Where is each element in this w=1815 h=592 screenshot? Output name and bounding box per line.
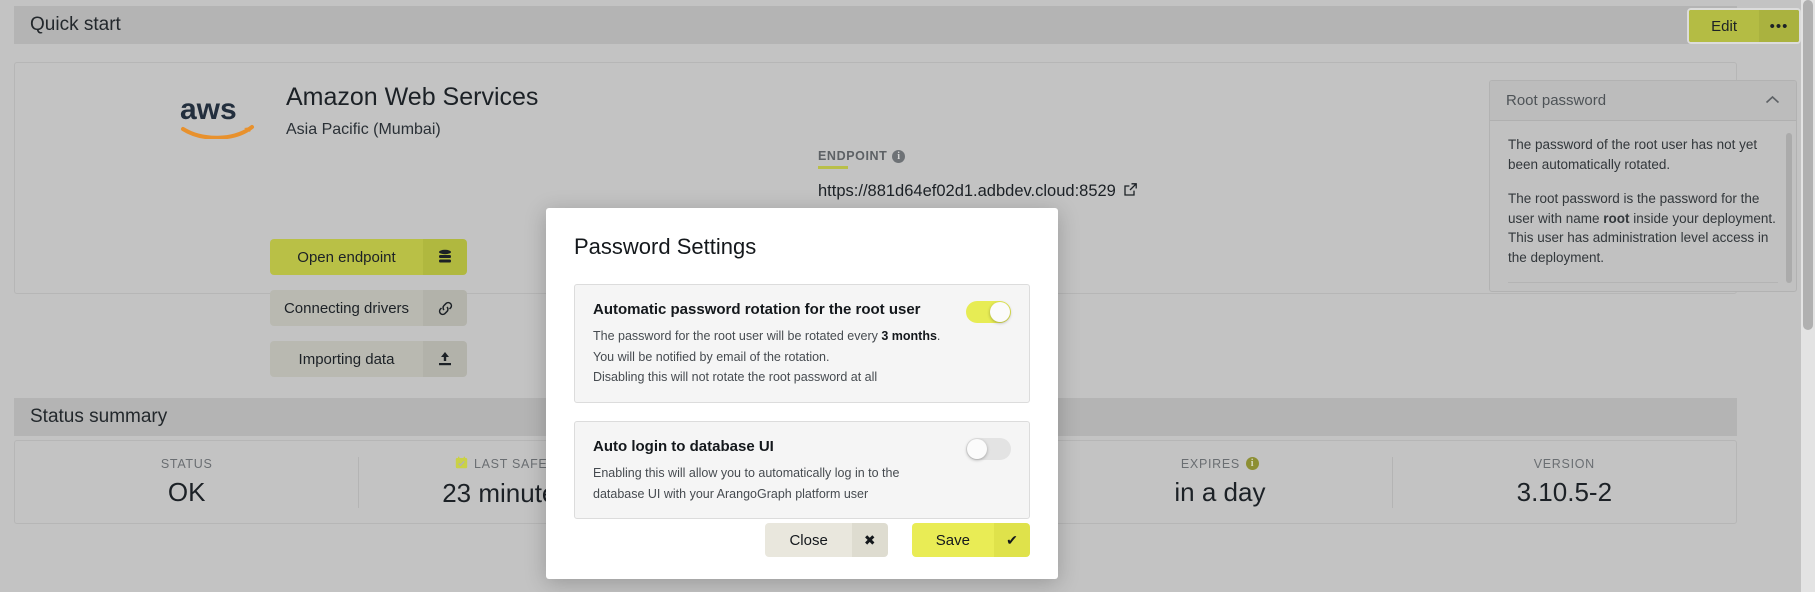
- option-auto-login-database-ui: Auto login to database UI Enabling this …: [574, 420, 1030, 520]
- info-icon[interactable]: i: [1245, 457, 1259, 470]
- provider-block: aws Amazon Web Services Asia Pacific (Mu…: [180, 83, 538, 139]
- auto-login-toggle[interactable]: [966, 437, 1011, 460]
- help-paragraph-1: The password of the root user has not ye…: [1508, 137, 1758, 172]
- chevron-up-icon[interactable]: [1765, 92, 1780, 110]
- svg-text:aws: aws: [180, 93, 237, 126]
- connecting-drivers-label: Connecting drivers: [270, 290, 423, 326]
- option-1-line-1-bold: 3 months: [881, 329, 937, 343]
- help-panel-scrollbar[interactable]: [1786, 133, 1792, 283]
- page-scrollbar[interactable]: [1801, 0, 1815, 592]
- status-value: OK: [167, 476, 206, 507]
- edit-more-icon[interactable]: •••: [1759, 10, 1799, 42]
- importing-data-label: Importing data: [270, 341, 423, 377]
- option-2-line-2: database UI with your ArangoGraph platfo…: [593, 486, 869, 501]
- help-paragraph-2: The root password is the password for th…: [1508, 189, 1778, 267]
- connecting-drivers-button[interactable]: Connecting drivers: [270, 290, 467, 326]
- help-panel-header[interactable]: Root password: [1490, 81, 1796, 121]
- provider-region: Asia Pacific (Mumbai): [286, 120, 441, 138]
- option-1-line-2: You will be notified by email of the rot…: [593, 349, 830, 364]
- automatic-password-rotation-toggle[interactable]: [966, 301, 1011, 323]
- modal-title: Password Settings: [574, 234, 757, 259]
- expires-label: EXPIRES i: [1054, 457, 1385, 471]
- status-label: STATUS: [21, 457, 352, 471]
- status-label-text: STATUS: [160, 456, 213, 471]
- link-icon: [423, 290, 467, 326]
- save-button[interactable]: Save ✔: [911, 523, 1030, 557]
- close-button-label: Close: [765, 523, 852, 557]
- close-icon: ✖: [851, 523, 888, 557]
- endpoint-url-row: https://881d64ef02d1.adbdev.cloud:8529: [818, 182, 1138, 202]
- status-summary-title: Status summary: [30, 406, 168, 427]
- option-1-line-1-pre: The password for the root user will be r…: [593, 329, 882, 343]
- info-icon[interactable]: i: [892, 149, 906, 163]
- help-divider: [1508, 282, 1778, 284]
- quick-start-title: Quick start: [30, 14, 121, 35]
- option-2-title: Auto login to database UI: [593, 437, 774, 455]
- option-1-line-3: Disabling this will not rotate the root …: [593, 370, 878, 385]
- option-2-line-1: Enabling this will allow you to automati…: [593, 465, 900, 480]
- root-password-help-panel: Root password The password of the root u…: [1489, 80, 1797, 292]
- edit-button[interactable]: Edit •••: [1687, 8, 1801, 44]
- importing-data-button[interactable]: Importing data: [270, 341, 467, 377]
- help-panel-title: Root password: [1506, 92, 1607, 109]
- open-endpoint-button[interactable]: Open endpoint: [270, 239, 467, 275]
- version-value: 3.10.5-2: [1516, 476, 1613, 507]
- expires-label-text: EXPIRES: [1180, 456, 1240, 471]
- help-panel-body: The password of the root user has not ye…: [1490, 121, 1796, 291]
- option-automatic-password-rotation: Automatic password rotation for the root…: [574, 284, 1030, 403]
- status-column-expires: EXPIRES i in a day: [1048, 456, 1393, 508]
- endpoint-label: ENDPOINT: [818, 149, 888, 163]
- endpoint-url[interactable]: https://881d64ef02d1.adbdev.cloud:8529: [818, 182, 1116, 201]
- version-label: VERSION: [1399, 457, 1730, 471]
- expires-value: in a day: [1174, 476, 1266, 507]
- open-endpoint-label: Open endpoint: [270, 239, 423, 275]
- quick-start-section-header: Quick start: [14, 6, 1737, 44]
- endpoint-label-row: ENDPOINT i: [818, 149, 1138, 163]
- calendar-check-icon: [455, 456, 468, 472]
- save-button-label: Save: [911, 523, 994, 557]
- option-1-line-1: The password for the root user will be r…: [593, 326, 1011, 347]
- password-settings-modal: Password Settings Automatic password rot…: [546, 208, 1058, 579]
- page-scrollbar-thumb[interactable]: [1803, 0, 1813, 330]
- upload-icon: [423, 341, 467, 377]
- status-column-status: STATUS OK: [15, 456, 360, 508]
- quick-action-list: Open endpoint Connecting drivers Importi…: [270, 239, 467, 377]
- option-1-line-1-post: .: [936, 329, 941, 343]
- toggle-knob: [990, 302, 1010, 322]
- database-icon: [423, 239, 467, 275]
- version-label-text: VERSION: [1533, 456, 1595, 471]
- endpoint-label-underline: [818, 166, 848, 169]
- close-button[interactable]: Close ✖: [765, 523, 888, 557]
- status-column-version: VERSION 3.10.5-2: [1393, 457, 1736, 508]
- edit-button-label: Edit: [1689, 10, 1759, 42]
- provider-name: Amazon Web Services: [286, 83, 539, 111]
- aws-logo-icon: aws: [180, 83, 256, 139]
- external-link-icon[interactable]: [1123, 182, 1138, 202]
- page-root: Quick start Edit ••• aws Amazon Web Serv…: [0, 0, 1815, 592]
- option-1-title: Automatic password rotation for the root…: [593, 301, 921, 318]
- modal-footer: Close ✖ Save ✔: [765, 523, 1030, 557]
- check-icon: ✔: [994, 523, 1030, 557]
- help-p2-bold: root: [1603, 210, 1630, 226]
- toggle-knob: [967, 438, 987, 459]
